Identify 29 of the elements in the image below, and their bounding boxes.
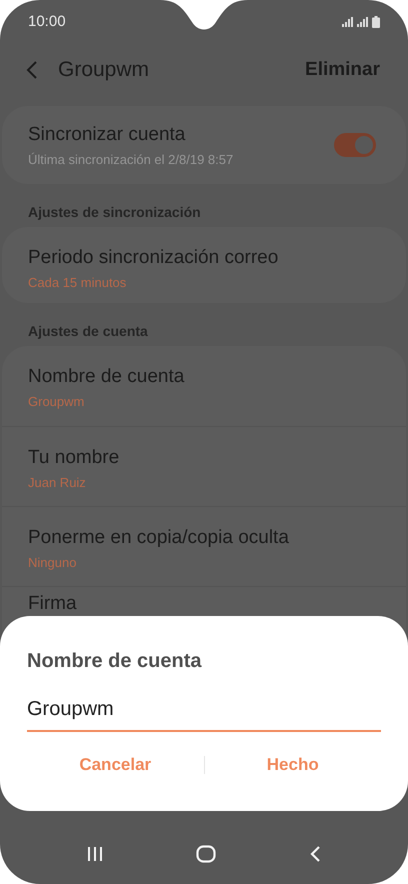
input-field[interactable]: Groupwm — [27, 694, 381, 732]
page-title: Groupwm — [58, 57, 150, 84]
settings-item[interactable]: Ponerme en copia/copia oculta Ninguno — [2, 506, 406, 586]
item-value: Cada 15 minutos — [28, 274, 128, 292]
battery-icon — [372, 16, 380, 28]
sync-card[interactable]: Sincronizar cuenta Última sincronización el 2/8/19 8:57 — [2, 106, 406, 184]
item-title: Periodo sincronización correo — [28, 246, 280, 270]
item-title: Firma — [28, 592, 78, 616]
sync-title: Sincronizar cuenta — [28, 123, 186, 147]
cancel-button[interactable]: Cancelar — [27, 752, 204, 778]
item-title: Tu nombre — [28, 446, 120, 470]
item-title: Ponerme en copia/copia oculta — [28, 526, 290, 550]
item-value: Ninguno — [28, 554, 78, 572]
item-title: Nombre de cuenta — [28, 365, 186, 389]
settings-item[interactable]: Nombre de cuenta Groupwm — [2, 346, 406, 426]
signal-icon — [342, 17, 354, 27]
done-button[interactable]: Hecho — [204, 752, 381, 778]
status-time: 10:00 — [28, 12, 66, 32]
item-value: Groupwm — [28, 392, 86, 411]
home-icon[interactable] — [196, 845, 216, 863]
delete-button[interactable]: Eliminar — [305, 56, 380, 84]
settings-item[interactable]: Periodo sincronización correo Cada 15 minutos — [2, 227, 406, 303]
sync-subtitle: Última sincronización el 2/8/19 8:57 — [28, 150, 234, 168]
signal-icon — [357, 17, 369, 27]
sync-toggle[interactable] — [334, 133, 376, 157]
recent-apps-icon[interactable] — [86, 846, 103, 862]
item-value: Juan Ruiz — [28, 474, 87, 492]
dialog-title: Nombre de cuenta — [27, 649, 203, 674]
settings-item[interactable]: Tu nombre Juan Ruiz — [2, 426, 406, 506]
